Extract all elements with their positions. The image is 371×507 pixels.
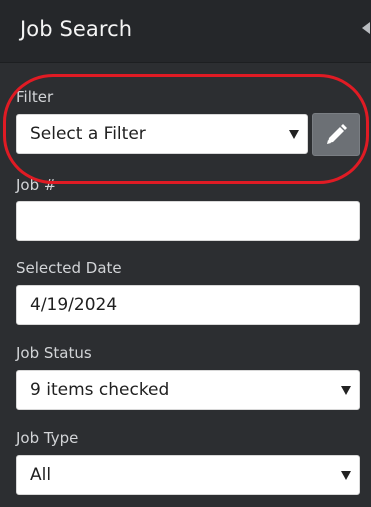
filter-select-value: Select a Filter <box>30 124 146 144</box>
job-search-panel: Job Search Filter Select a Filter Job # … <box>0 0 371 507</box>
job-number-label: Job # <box>16 176 57 194</box>
job-status-value: 9 items checked <box>30 380 170 400</box>
chevron-down-icon <box>289 130 299 139</box>
job-status-select[interactable]: 9 items checked <box>16 370 360 410</box>
chevron-down-icon <box>341 386 351 395</box>
job-type-label: Job Type <box>16 429 79 447</box>
edit-filter-button[interactable] <box>312 113 360 156</box>
filter-select[interactable]: Select a Filter <box>16 114 308 154</box>
job-number-input[interactable] <box>16 201 360 241</box>
collapse-arrow-icon[interactable] <box>362 22 370 34</box>
chevron-down-icon <box>341 471 351 480</box>
job-type-value: All <box>30 465 52 485</box>
selected-date-label: Selected Date <box>16 259 122 277</box>
panel-title: Job Search <box>20 17 133 41</box>
panel-header: Job Search <box>0 0 371 63</box>
job-type-select[interactable]: All <box>16 455 360 495</box>
filter-label: Filter <box>16 88 54 106</box>
selected-date-value: 4/19/2024 <box>30 295 118 315</box>
job-status-label: Job Status <box>16 344 92 362</box>
pencil-icon <box>327 124 347 144</box>
selected-date-input[interactable]: 4/19/2024 <box>16 285 360 325</box>
